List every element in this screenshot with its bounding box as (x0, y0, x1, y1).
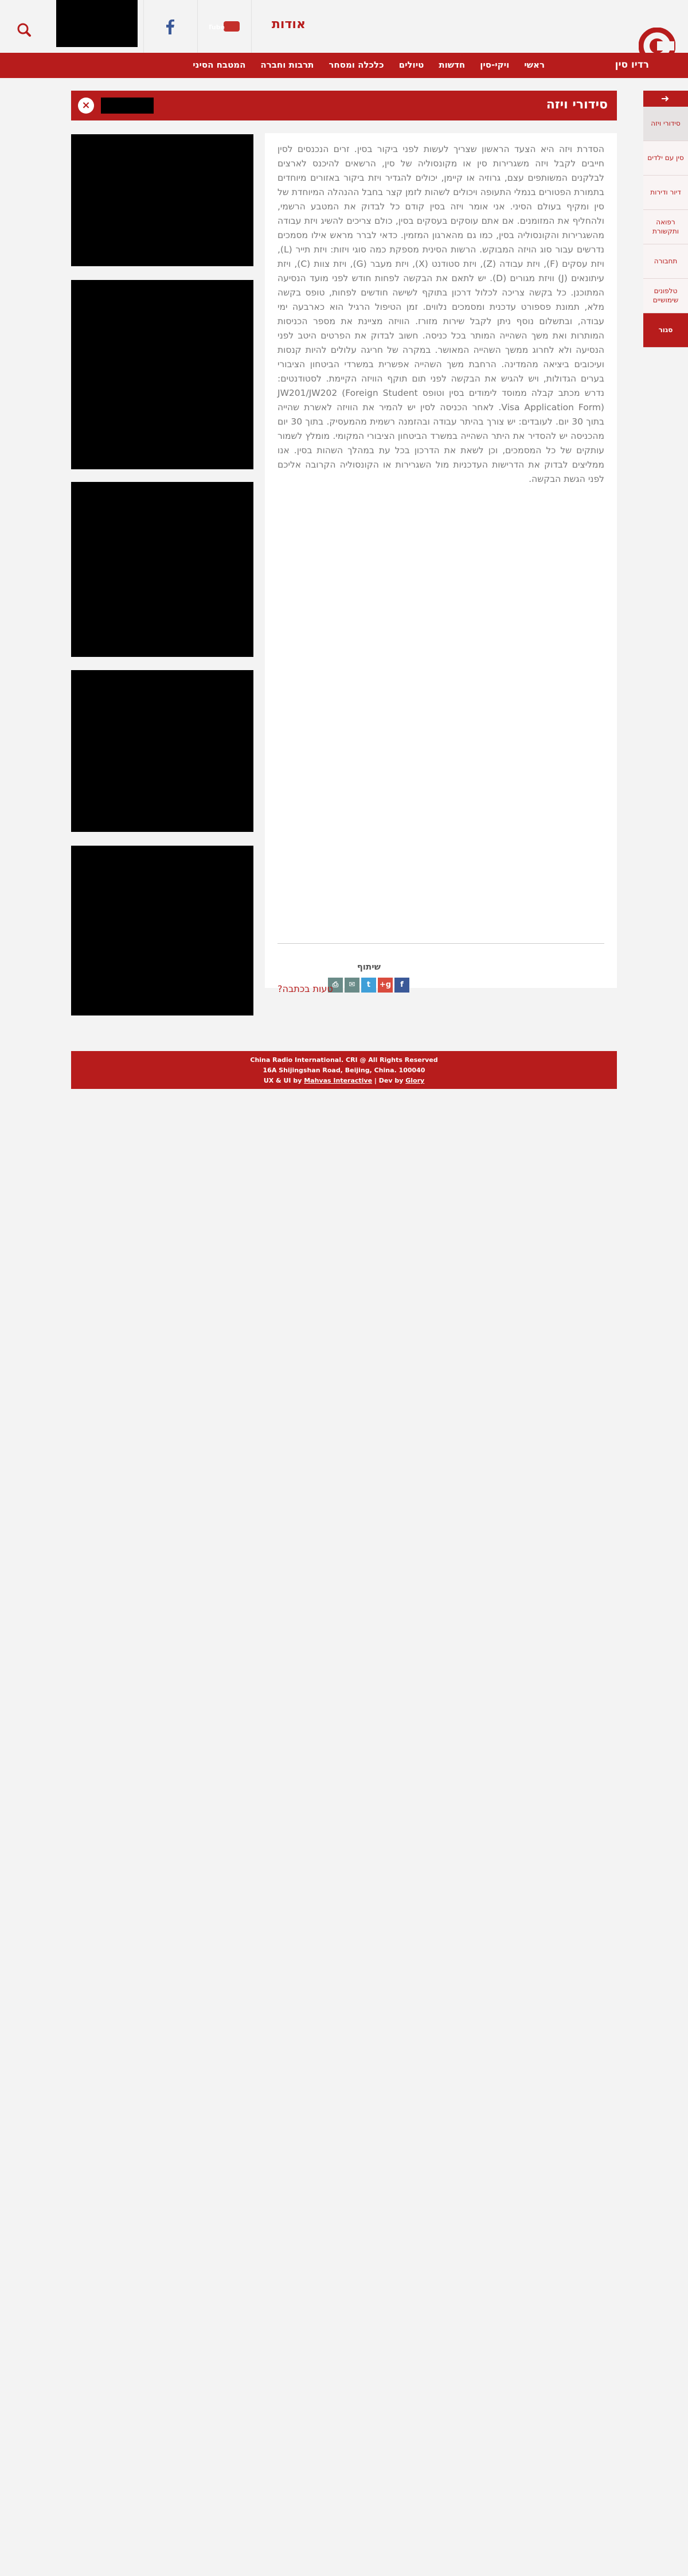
divider (277, 943, 604, 944)
side-item-transport[interactable]: תחבורה (643, 244, 688, 279)
media-block[interactable] (71, 280, 253, 469)
main-nav: רדיו סין ראשי ויקי-סין חדשות טיולים כלכל… (0, 53, 688, 78)
close-icon[interactable]: × (78, 98, 94, 114)
search-icon (17, 23, 31, 37)
footer-copyright: China Radio International. CRI @ All Rig… (250, 1056, 438, 1064)
footer-credits-mid: | Dev by (372, 1077, 406, 1084)
footer-credits: UX & UI by Mahvas Interactive | Dev by G… (71, 1076, 617, 1085)
footer-ux-link[interactable]: Mahvas Interactive (304, 1077, 372, 1084)
side-menu: סידורי ויזה סין עם ילדים דיור ודירות רפו… (643, 91, 688, 348)
arrow-right-icon (662, 96, 669, 102)
page-title: סידורי ויזה (546, 98, 608, 112)
nav-item-news[interactable]: חדשות (439, 60, 465, 70)
twitter-icon[interactable]: t (361, 978, 376, 993)
title-black-box (101, 98, 154, 114)
google-plus-icon[interactable]: g+ (378, 978, 393, 993)
media-block[interactable] (71, 134, 253, 266)
side-close-button[interactable]: סגור (643, 313, 688, 348)
side-item-phones[interactable]: טלפונים שימושיים (643, 279, 688, 313)
nav-brand[interactable]: רדיו סין (615, 59, 649, 71)
side-item-visa[interactable]: סידורי ויזה (643, 107, 688, 141)
footer-dev-link[interactable]: Glory (405, 1077, 424, 1084)
media-block[interactable] (71, 482, 253, 657)
mail-icon[interactable]: ✉ (345, 978, 359, 993)
title-bar: סידורי ויזה × (71, 91, 617, 120)
article-panel: הסדרת ויזה היא הצעד הראשון שצריך לעשות ל… (265, 133, 617, 994)
facebook-link[interactable] (143, 0, 197, 53)
search-button[interactable] (13, 18, 36, 41)
nav-items: ראשי ויקי-סין חדשות טיולים כלכלה ומסחר ת… (193, 60, 545, 70)
facebook-icon[interactable]: f (394, 978, 409, 993)
nav-item-economy[interactable]: כלכלה ומסחר (329, 60, 384, 70)
side-item-kids[interactable]: סין עם ילדים (643, 141, 688, 176)
about-label: אודות (271, 17, 306, 32)
side-item-medical[interactable]: רפואה ותקשורת (643, 210, 688, 244)
footer: China Radio International. CRI @ All Rig… (71, 1051, 617, 1089)
share-label: שיתוף (357, 962, 381, 972)
media-block[interactable] (71, 846, 253, 1015)
black-banner (56, 0, 138, 47)
youtube-link[interactable]: You Tube (197, 0, 251, 53)
about-link[interactable]: אודות (251, 0, 323, 53)
article-body: הסדרת ויזה היא הצעד הראשון שצריך לעשות ל… (277, 144, 605, 484)
side-menu-arrow[interactable] (643, 91, 688, 107)
facebook-icon (166, 20, 174, 34)
nav-item-home[interactable]: ראשי (524, 60, 545, 70)
nav-item-culture[interactable]: תרבות וחברה (260, 60, 314, 70)
footer-address: 16A Shijingshan Road, Beijing, China. 10… (263, 1067, 425, 1074)
nav-item-travel[interactable]: טיולים (399, 60, 424, 70)
nav-item-cuisine[interactable]: המטבח הסיני (193, 60, 245, 70)
media-block[interactable] (71, 670, 253, 832)
svg-text:Tube: Tube (209, 24, 225, 31)
youtube-icon: You Tube (209, 21, 240, 32)
share-icons: ⎙ ✉ t g+ f (328, 978, 409, 994)
nav-item-wiki[interactable]: ויקי-סין (480, 60, 509, 70)
footer-credits-prefix: UX & UI by (263, 1077, 304, 1084)
top-bar: אודות You Tube (0, 0, 688, 65)
report-mistake-link[interactable]: טעות בכתבה? (277, 983, 333, 994)
side-item-housing[interactable]: דיור ודירות (643, 176, 688, 210)
